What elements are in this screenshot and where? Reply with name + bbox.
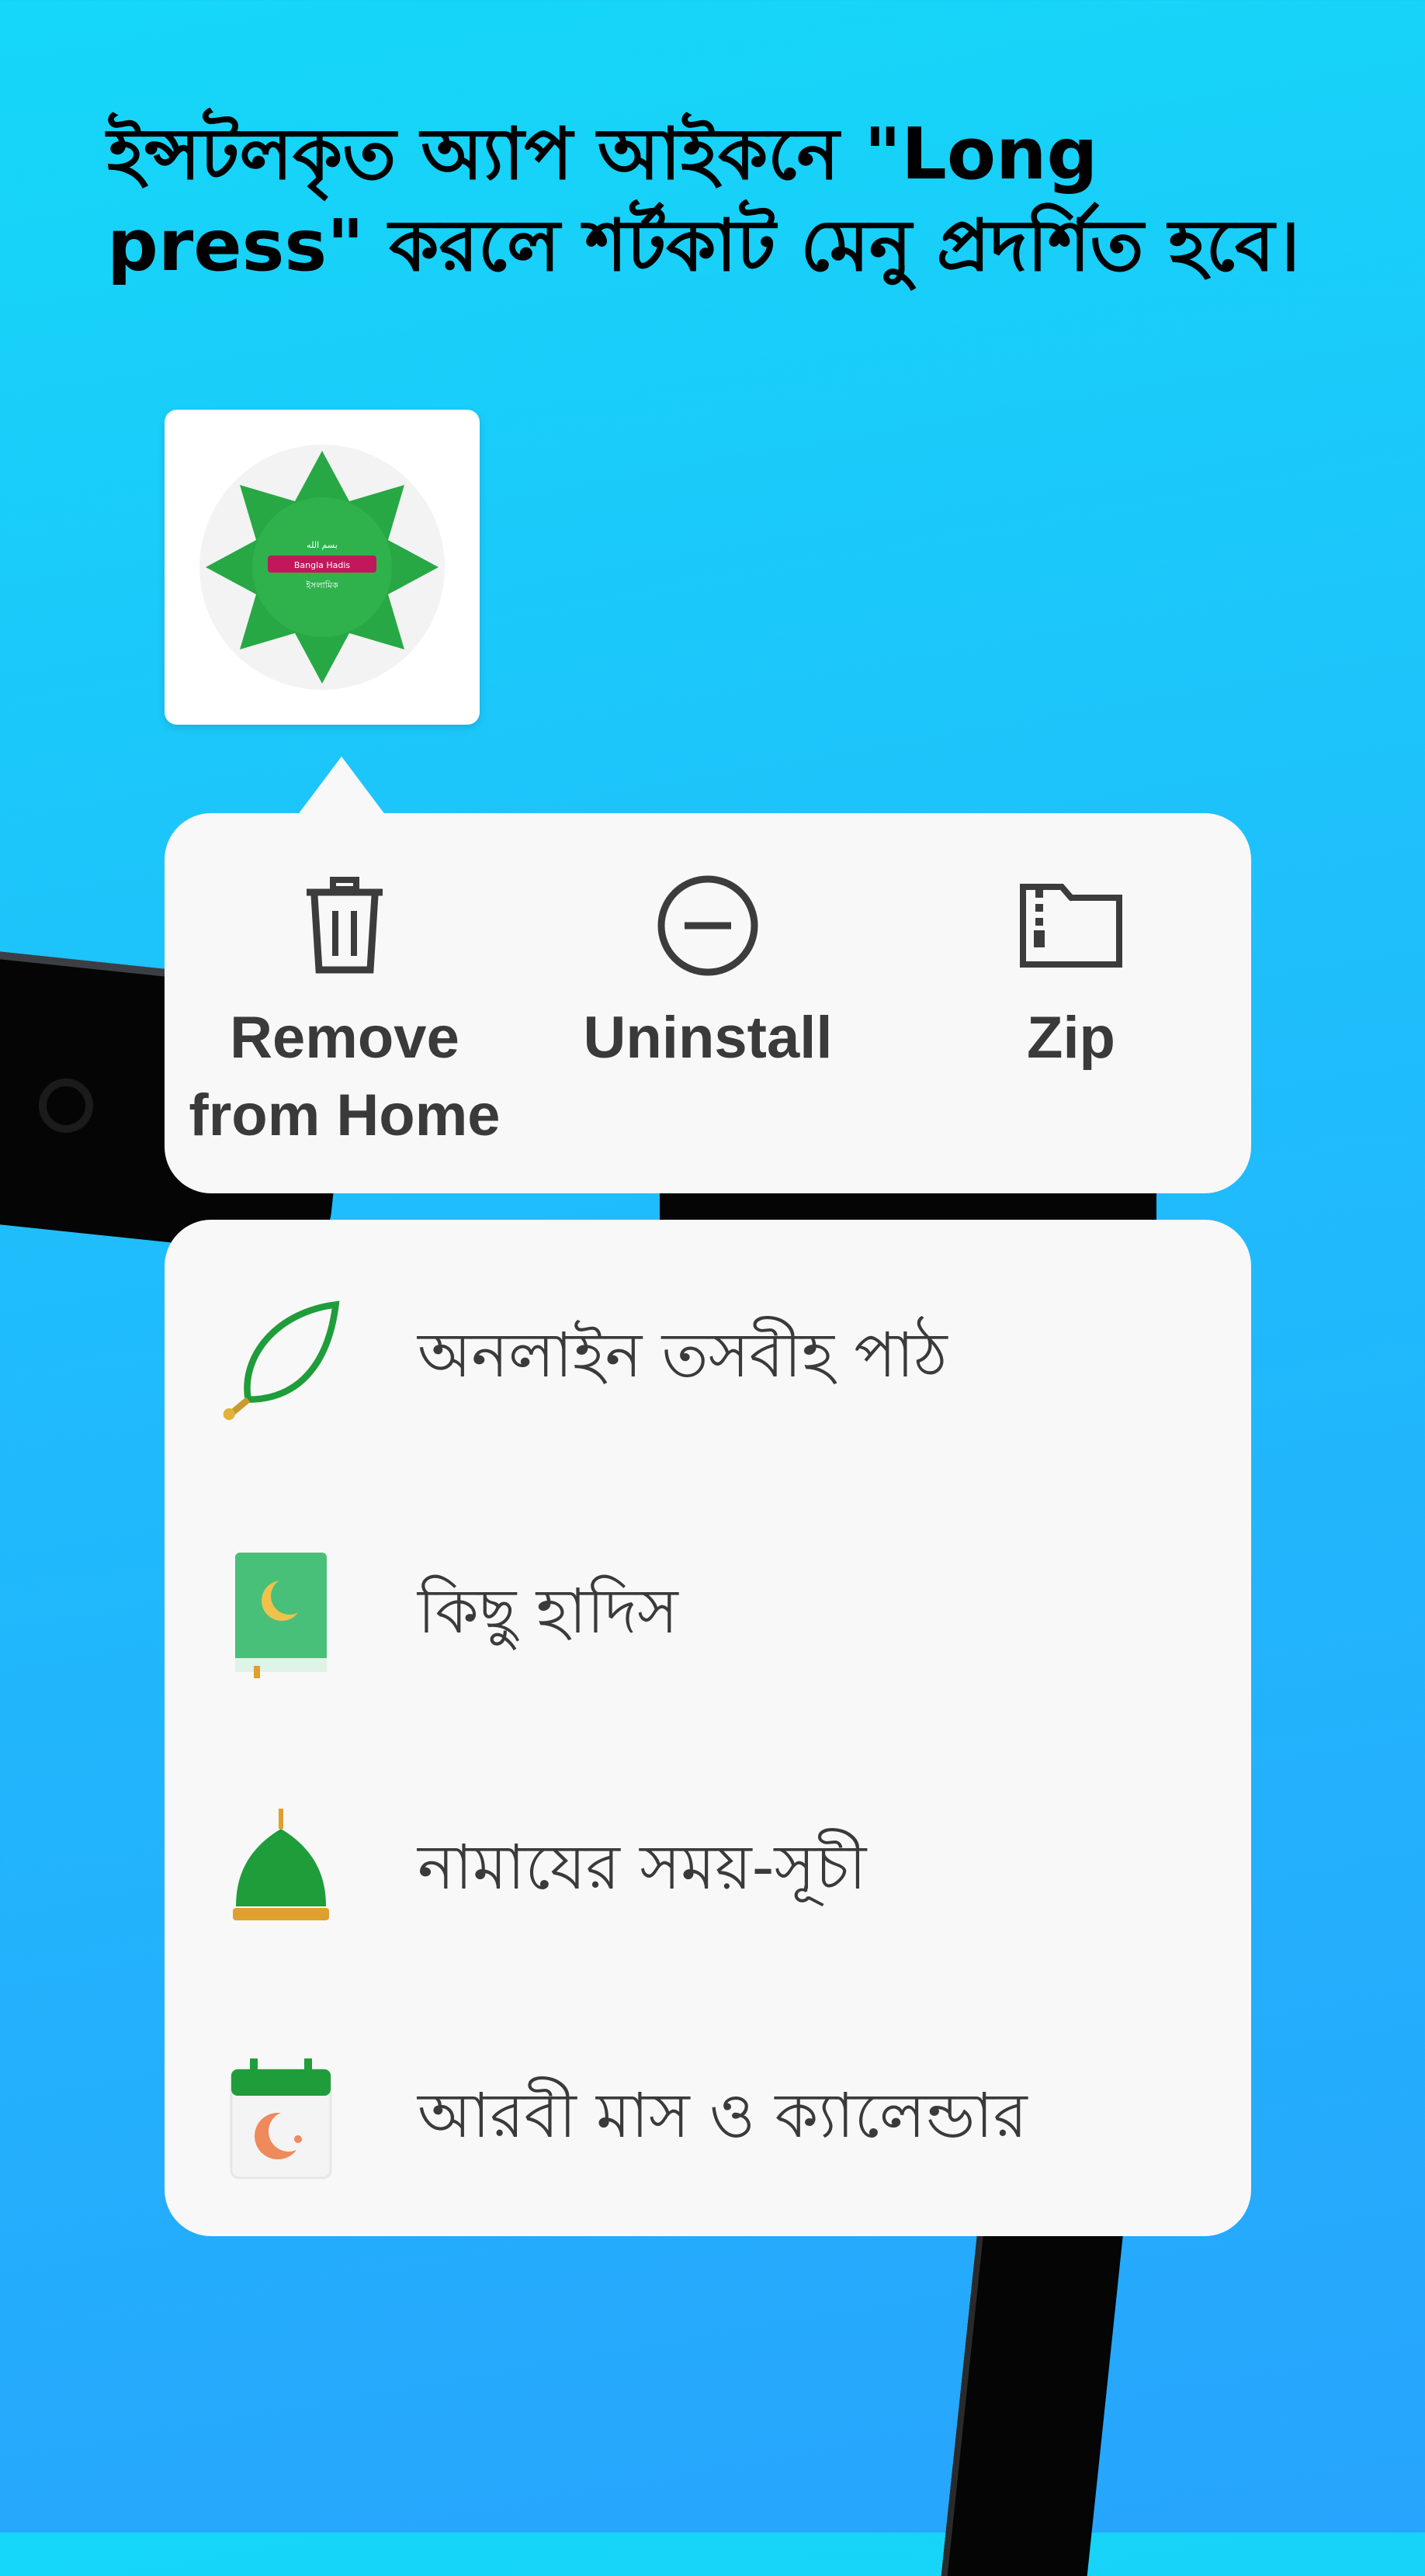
shortcut-online-tasbih[interactable]: অনলাইন তসবীহ পাঠ	[219, 1282, 1228, 1437]
app-icon-line1: بسم الله	[307, 540, 338, 550]
shortcut-arabic-calendar-label: আরবী মাস ও ক্যালেন্ডার	[418, 2079, 1028, 2152]
mosque-dome-icon	[233, 1809, 329, 1920]
zip-label: Zip	[1027, 1005, 1115, 1071]
shortcut-actions-card: Remove from Home Uninstall Zip	[165, 813, 1251, 1193]
app-icon[interactable]: بسم الله Bangla Hadis ইসলামিক	[165, 410, 480, 725]
popup-pointer	[295, 757, 388, 819]
remove-from-home-button[interactable]: Remove from Home	[166, 867, 523, 1155]
app-shortcuts-menu: অনলাইন তসবীহ পাঠ কিছু হাদিস নামাযের সময়…	[165, 1220, 1251, 2236]
shortcut-prayer-times[interactable]: নামাযের সময়-সূচী	[219, 1794, 1228, 1949]
shortcut-arabic-calendar[interactable]: আরবী মাস ও ক্যালেন্ডার	[219, 2042, 1228, 2197]
phone-camera	[39, 1079, 93, 1133]
promo-headline: ইন্সটলকৃত অ্যাপ আইকনে "Long press" করলে …	[107, 113, 1300, 287]
zip-button[interactable]: Zip	[893, 867, 1250, 1077]
zip-folder-icon	[1020, 884, 1122, 968]
calendar-crescent-icon	[230, 2058, 332, 2180]
shortcut-prayer-times-label: নামাযের সময়-সূচী	[418, 1831, 867, 1903]
tasbih-leaf-icon	[223, 1300, 340, 1421]
shortcut-some-hadith[interactable]: কিছু হাদিস	[219, 1538, 1228, 1693]
trash-icon	[307, 877, 383, 974]
octagram-logo-icon: بسم الله Bangla Hadis ইসলামিক	[199, 445, 445, 690]
app-icon-line2: Bangla Hadis	[294, 560, 351, 570]
shortcut-online-tasbih-label: অনলাইন তসবীহ পাঠ	[418, 1319, 948, 1391]
uninstall-label: Uninstall	[583, 1005, 833, 1071]
shortcut-some-hadith-label: কিছু হাদিস	[418, 1575, 678, 1647]
book-icon	[235, 1553, 327, 1678]
remove-from-home-label: Remove from Home	[189, 1005, 501, 1148]
minus-circle-icon	[657, 875, 758, 976]
app-icon-line3: ইসলামিক	[305, 580, 338, 590]
uninstall-button[interactable]: Uninstall	[529, 867, 886, 1077]
